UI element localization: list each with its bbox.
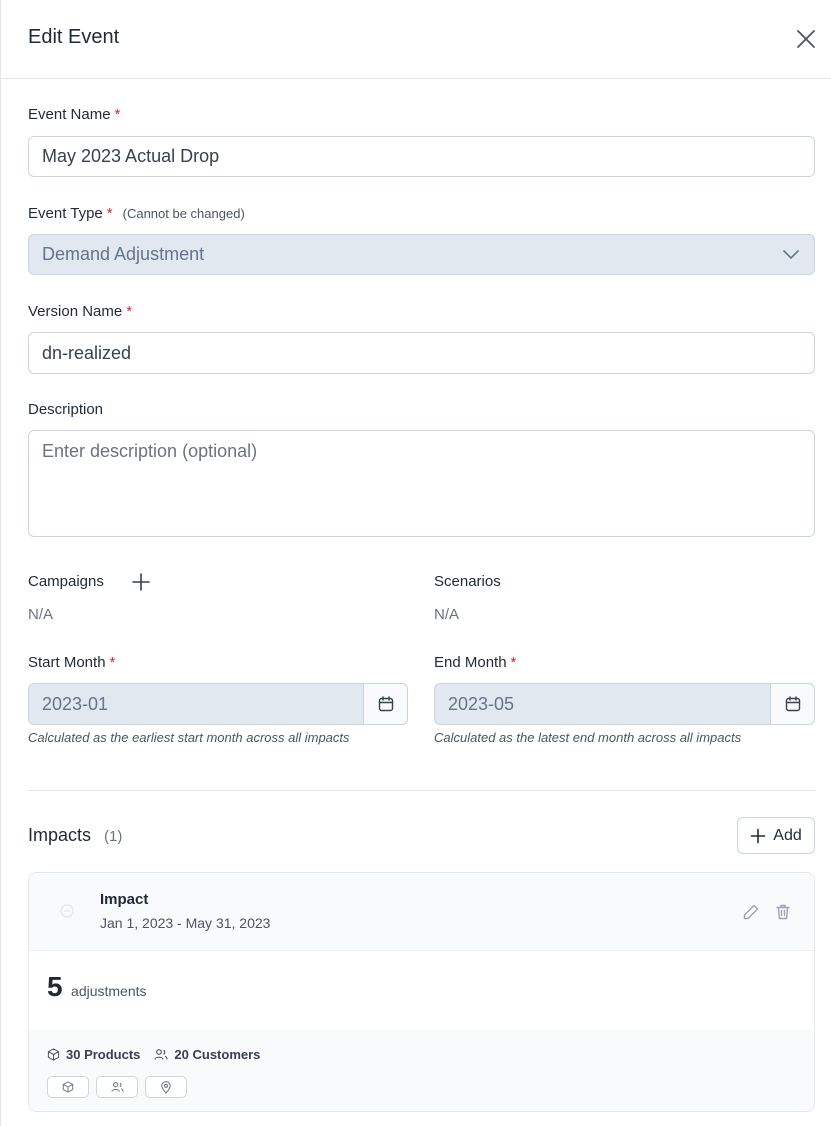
adjustments-label: adjustments bbox=[71, 983, 147, 999]
event-type-label: Event Type * (Cannot be changed) bbox=[28, 205, 245, 222]
version-name-value: dn-realized bbox=[42, 342, 132, 363]
end-month-input: 2023-05 bbox=[434, 683, 815, 725]
box-icon bbox=[62, 1081, 74, 1093]
trash-icon[interactable] bbox=[774, 903, 792, 921]
filter-chip-locations[interactable] bbox=[145, 1076, 187, 1098]
end-month-value: 2023-05 bbox=[448, 693, 515, 714]
scenarios-value: N/A bbox=[434, 606, 460, 623]
impacts-heading: Impacts (1) bbox=[28, 825, 123, 845]
scenarios-label: Scenarios bbox=[434, 573, 501, 590]
impact-card-footer: 30 Products 20 Customers bbox=[29, 1030, 814, 1111]
adjustments-count: 5 bbox=[47, 971, 63, 1002]
filter-chip-customers[interactable] bbox=[96, 1076, 138, 1098]
impact-title: Impact bbox=[100, 891, 149, 908]
calendar-icon bbox=[378, 696, 393, 712]
panel-title: Edit Event bbox=[28, 26, 120, 48]
event-type-select: Demand Adjustment bbox=[28, 234, 815, 275]
event-name-label: Event Name * bbox=[28, 106, 121, 123]
event-name-input[interactable]: May 2023 Actual Drop bbox=[28, 136, 815, 177]
description-textarea[interactable]: Enter description (optional) bbox=[28, 430, 815, 537]
users-icon bbox=[110, 1082, 124, 1092]
plus-icon bbox=[750, 828, 766, 843]
impact-card-header: Impact Jan 1, 2023 - May 31, 2023 bbox=[29, 873, 814, 951]
event-name-value: May 2023 Actual Drop bbox=[42, 146, 220, 166]
description-label: Description bbox=[28, 401, 104, 418]
panel-header: Edit Event bbox=[1, 0, 831, 79]
products-summary: 30 Products 20 Customers bbox=[47, 1047, 260, 1062]
calendar-icon bbox=[785, 696, 800, 712]
start-month-value: 2023-01 bbox=[42, 693, 109, 714]
box-icon bbox=[47, 1048, 60, 1061]
impacts-count: (1) bbox=[104, 828, 123, 845]
end-month-caption: Calculated as the latest end month acros… bbox=[434, 730, 742, 745]
impact-date-range: Jan 1, 2023 - May 31, 2023 bbox=[100, 915, 271, 931]
add-impact-button[interactable]: Add bbox=[737, 817, 815, 854]
adjustments-summary: 5 adjustments bbox=[47, 971, 147, 1003]
campaigns-value: N/A bbox=[28, 606, 54, 623]
event-type-value: Demand Adjustment bbox=[42, 244, 205, 264]
end-month-label: End Month * bbox=[434, 654, 517, 671]
description-placeholder: Enter description (optional) bbox=[42, 441, 258, 461]
start-month-caption: Calculated as the earliest start month a… bbox=[28, 730, 350, 745]
start-month-label: Start Month * bbox=[28, 654, 116, 671]
impact-status-icon bbox=[60, 904, 74, 918]
filter-chip-products[interactable] bbox=[47, 1076, 89, 1098]
version-name-label: Version Name * bbox=[28, 303, 133, 320]
customers-count: 20 Customers bbox=[174, 1047, 261, 1062]
products-count: 30 Products bbox=[66, 1047, 141, 1062]
add-campaign-icon[interactable] bbox=[131, 572, 151, 592]
campaigns-label: Campaigns bbox=[28, 573, 104, 590]
version-name-input[interactable]: dn-realized bbox=[28, 332, 815, 374]
map-pin-icon bbox=[161, 1080, 171, 1094]
chevron-down-icon bbox=[783, 250, 799, 259]
event-type-hint: (Cannot be changed) bbox=[122, 206, 245, 221]
start-month-calendar-button[interactable] bbox=[363, 684, 407, 724]
start-month-input: 2023-01 bbox=[28, 683, 408, 725]
add-impact-label: Add bbox=[773, 826, 802, 844]
users-icon bbox=[154, 1049, 168, 1060]
edit-event-panel: Edit Event Event Name * May 2023 Actual D… bbox=[0, 0, 831, 1126]
edit-pencil-icon[interactable] bbox=[742, 903, 760, 921]
close-icon[interactable] bbox=[795, 28, 817, 50]
section-divider bbox=[28, 790, 815, 791]
impact-card: Impact Jan 1, 2023 - May 31, 2023 5 adju… bbox=[28, 872, 815, 1112]
end-month-calendar-button[interactable] bbox=[770, 684, 814, 724]
